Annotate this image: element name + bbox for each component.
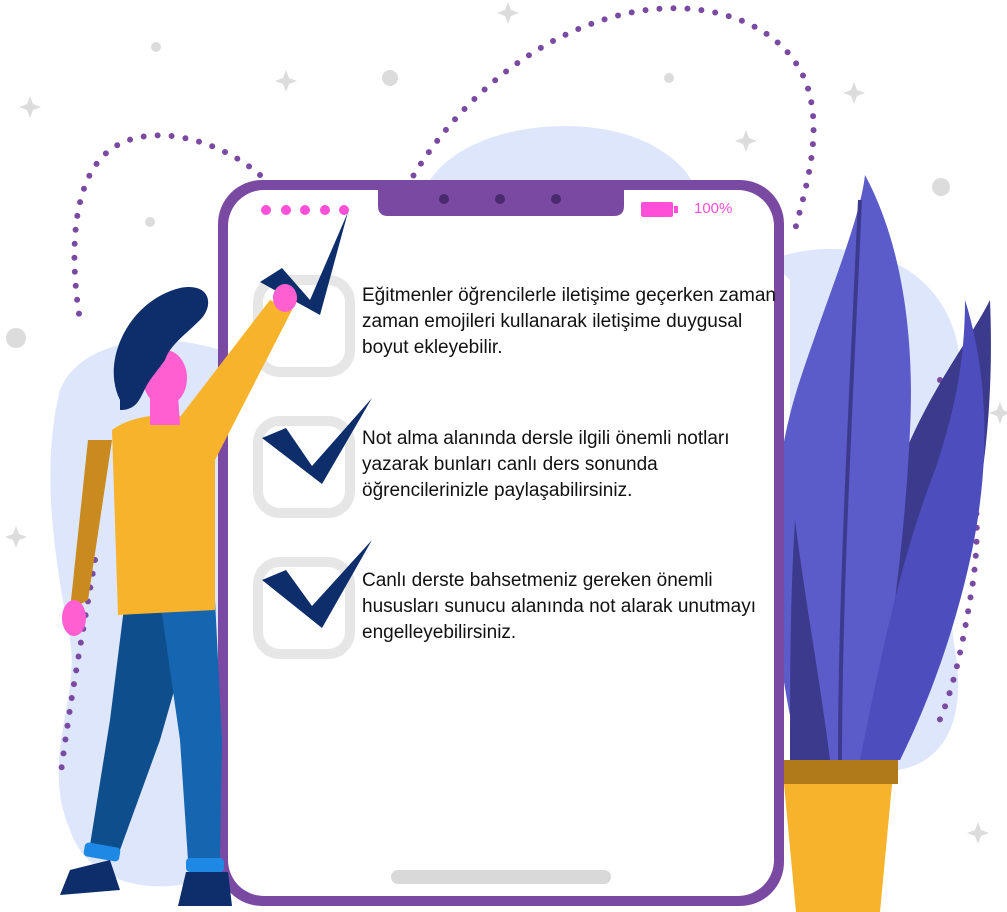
sparkle-icon [275, 70, 297, 92]
signal-dot [320, 205, 330, 215]
person-shoe-left [60, 860, 120, 895]
signal-dot [300, 205, 310, 215]
person-raised-hand [273, 284, 297, 312]
home-indicator [391, 870, 611, 884]
checklist-item-text: Not alma alanında dersle ilgili önemli n… [362, 428, 730, 501]
decor-dot [145, 217, 155, 227]
decor-dot [382, 70, 398, 86]
pot-rim [778, 760, 898, 784]
signal-dot [281, 205, 291, 215]
sparkle-icon [497, 2, 519, 24]
checklist-item-text: Eğitmenler öğrencilerle iletişime geçerk… [362, 285, 776, 358]
decor-dot [6, 328, 26, 348]
decor-dot [151, 42, 161, 52]
decor-dot [932, 178, 950, 196]
camera-dot-icon [551, 194, 561, 204]
person-sock-right [186, 858, 224, 872]
sparkle-icon [19, 96, 41, 118]
decor-dot [664, 73, 674, 83]
sparkle-icon [735, 130, 757, 152]
sparkle-icon [967, 822, 989, 844]
signal-dot [261, 205, 271, 215]
camera-dot-icon [495, 194, 505, 204]
checklist-item-text: Canlı derste bahsetmeniz gereken önemli … [362, 570, 756, 643]
sparkle-icon [843, 82, 865, 104]
sparkle-icon [5, 526, 27, 548]
battery-percentage: 100% [694, 200, 733, 217]
pot-body [784, 784, 892, 912]
person-shoe-right [178, 872, 232, 906]
sparkle-icon [989, 402, 1007, 424]
battery-icon [641, 202, 678, 217]
camera-dot-icon [439, 194, 449, 204]
person-left-hand [62, 600, 86, 636]
